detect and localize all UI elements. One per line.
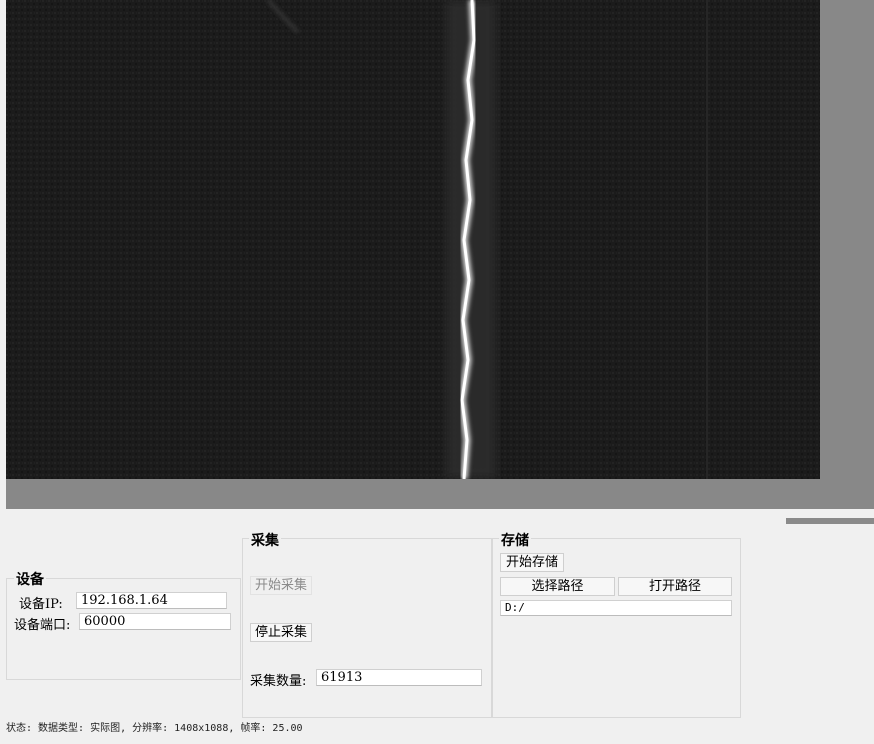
viewport-left-edge [0, 0, 6, 509]
device-group-title: 设备 [14, 569, 46, 589]
capture-count-field[interactable]: 61913 [316, 669, 482, 686]
status-bar-text: 状态: 数据类型: 实际图, 分辨率: 1408x1088, 帧率: 25.00 [6, 723, 303, 734]
storage-group-title: 存储 [499, 530, 531, 550]
start-capture-button[interactable]: 开始采集 [250, 576, 312, 595]
capture-count-label: 采集数量: [250, 674, 307, 689]
choose-path-button[interactable]: 选择路径 [500, 577, 615, 596]
open-path-button[interactable]: 打开路径 [618, 577, 732, 596]
device-port-label: 设备端口: [14, 618, 71, 633]
image-viewport [6, 0, 874, 509]
storage-path-field[interactable]: D:/ [500, 600, 732, 616]
horizontal-scroll-thumb[interactable] [786, 518, 874, 524]
frame-graphic [6, 0, 820, 479]
start-storage-button[interactable]: 开始存储 [500, 553, 564, 572]
device-ip-field[interactable]: 192.168.1.64 [76, 592, 227, 609]
device-ip-label: 设备IP: [19, 597, 63, 612]
stop-capture-button[interactable]: 停止采集 [250, 623, 312, 642]
device-port-field[interactable]: 60000 [79, 613, 231, 630]
captured-frame-image [6, 0, 820, 479]
capture-group-title: 采集 [249, 530, 281, 550]
